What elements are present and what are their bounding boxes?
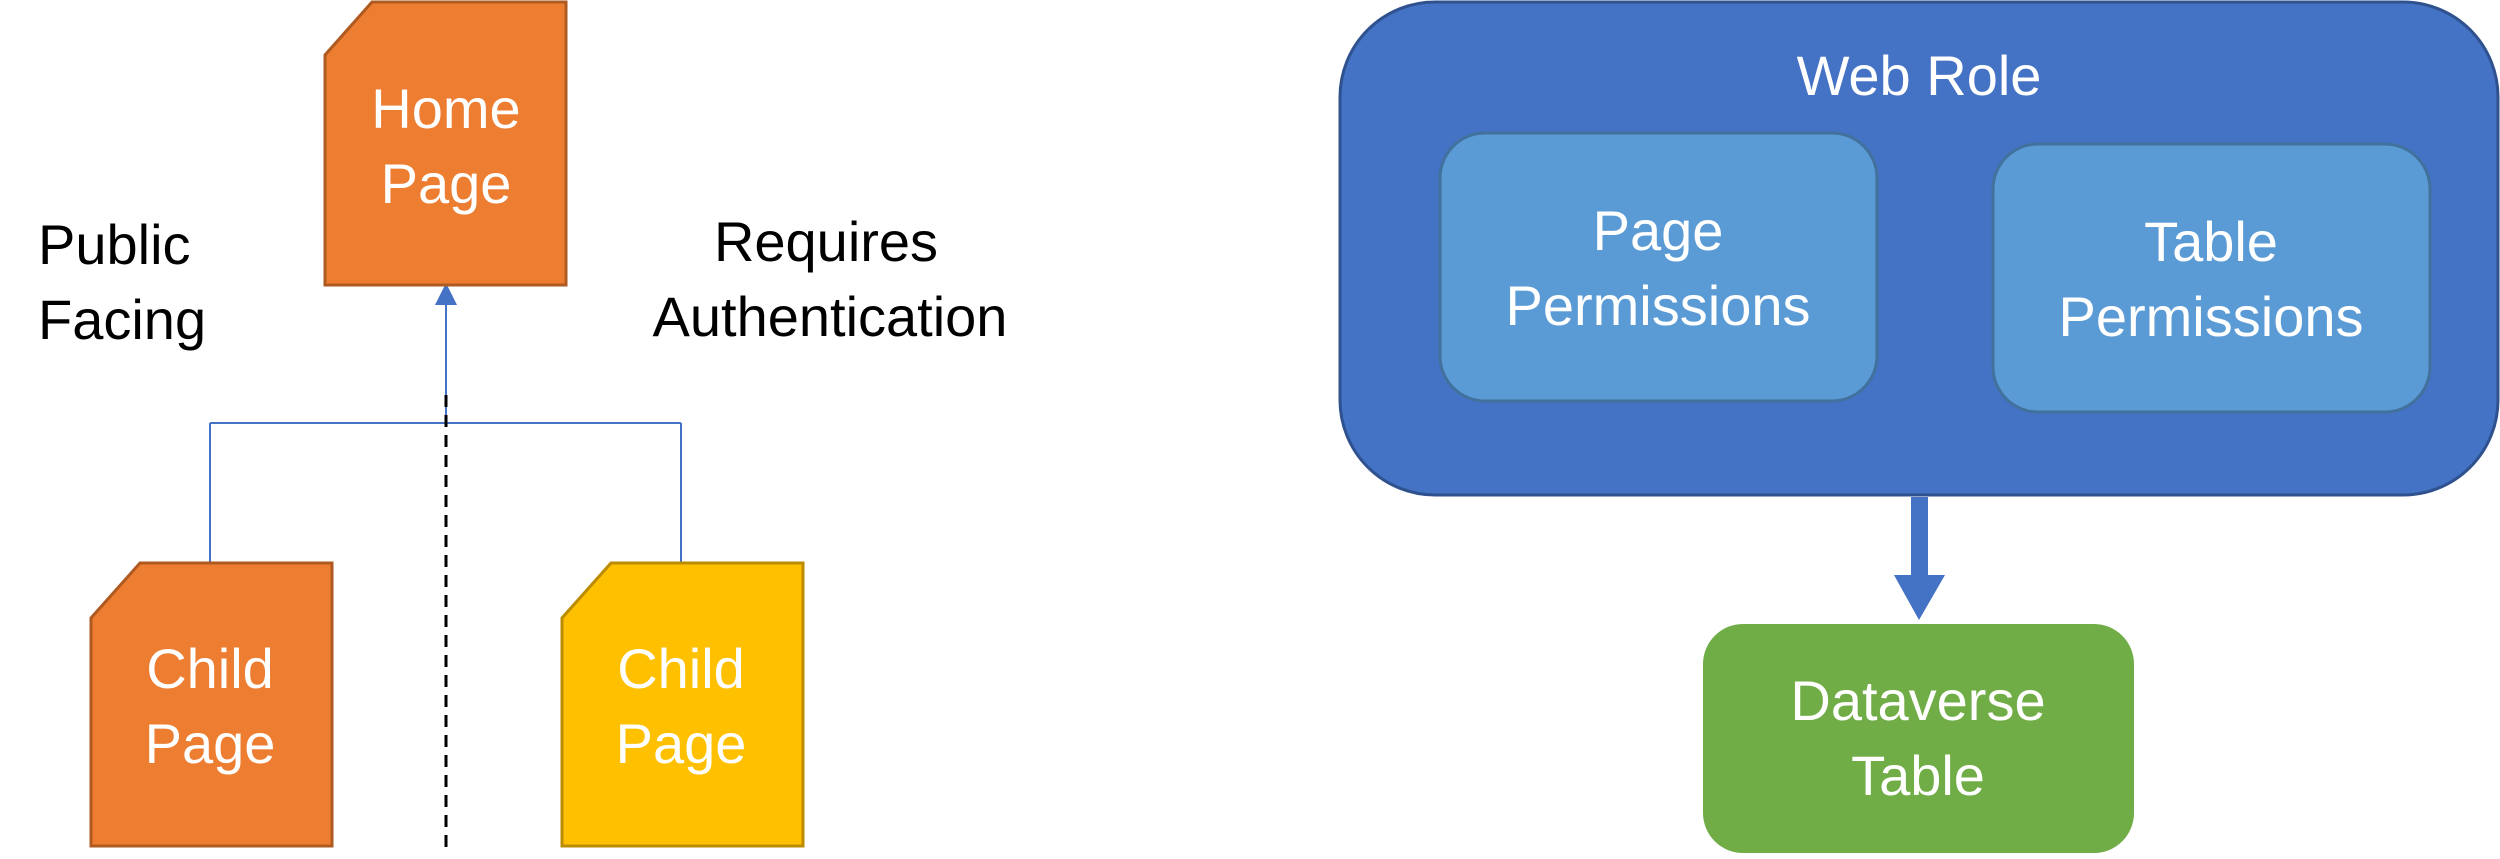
dataverse-table-line2: Table [1851, 744, 1985, 807]
child-page-public-shape [89, 561, 334, 848]
page-permissions-line1: Page [1593, 199, 1724, 262]
table-permissions-line2: Permissions [2059, 285, 2364, 348]
public-facing-line2: Facing [38, 288, 206, 351]
public-facing-line1: Public [38, 213, 191, 276]
page-permissions-shape [1438, 131, 1879, 403]
table-permissions-shape [1991, 142, 2432, 414]
child-page-auth-line1: Child [617, 637, 745, 700]
down-arrow-icon [1894, 497, 1945, 620]
child-page-auth-line2: Page [616, 712, 747, 775]
page-permissions-node: Page Permissions [1438, 131, 1879, 403]
dataverse-table-line1: Dataverse [1790, 669, 2045, 732]
dataverse-table-shape [1703, 624, 2134, 853]
child-page-public-node: Child Page [89, 561, 334, 848]
child-page-auth-shape [560, 561, 805, 848]
web-role-title: Web Role [1797, 44, 2042, 107]
requires-authentication-label: Requires Authentication [653, 210, 1008, 348]
requires-authentication-line2: Authentication [653, 285, 1008, 348]
diagram-canvas: Home Page Public Facing Requires Authent… [38, 0, 2500, 853]
table-permissions-node: Table Permissions [1991, 142, 2432, 414]
child-page-public-line2: Page [145, 712, 276, 775]
page-permissions-line2: Permissions [1506, 274, 1811, 337]
requires-authentication-line1: Requires [714, 210, 938, 273]
child-page-auth-node: Child Page [560, 561, 805, 848]
table-permissions-line1: Table [2144, 210, 2278, 273]
page-hierarchy: Home Page Public Facing Requires Authent… [38, 0, 1008, 848]
web-role-model: Web Role Page Permissions Table Permissi… [1338, 0, 2500, 853]
dataverse-table-node: Dataverse Table [1703, 624, 2134, 853]
public-facing-label: Public Facing [38, 213, 206, 351]
child-page-public-line1: Child [146, 637, 274, 700]
home-page-label-line1: Home [371, 77, 520, 140]
home-page-label-line2: Page [381, 152, 512, 215]
home-page-shape [323, 0, 568, 287]
home-page-node: Home Page [323, 0, 568, 287]
